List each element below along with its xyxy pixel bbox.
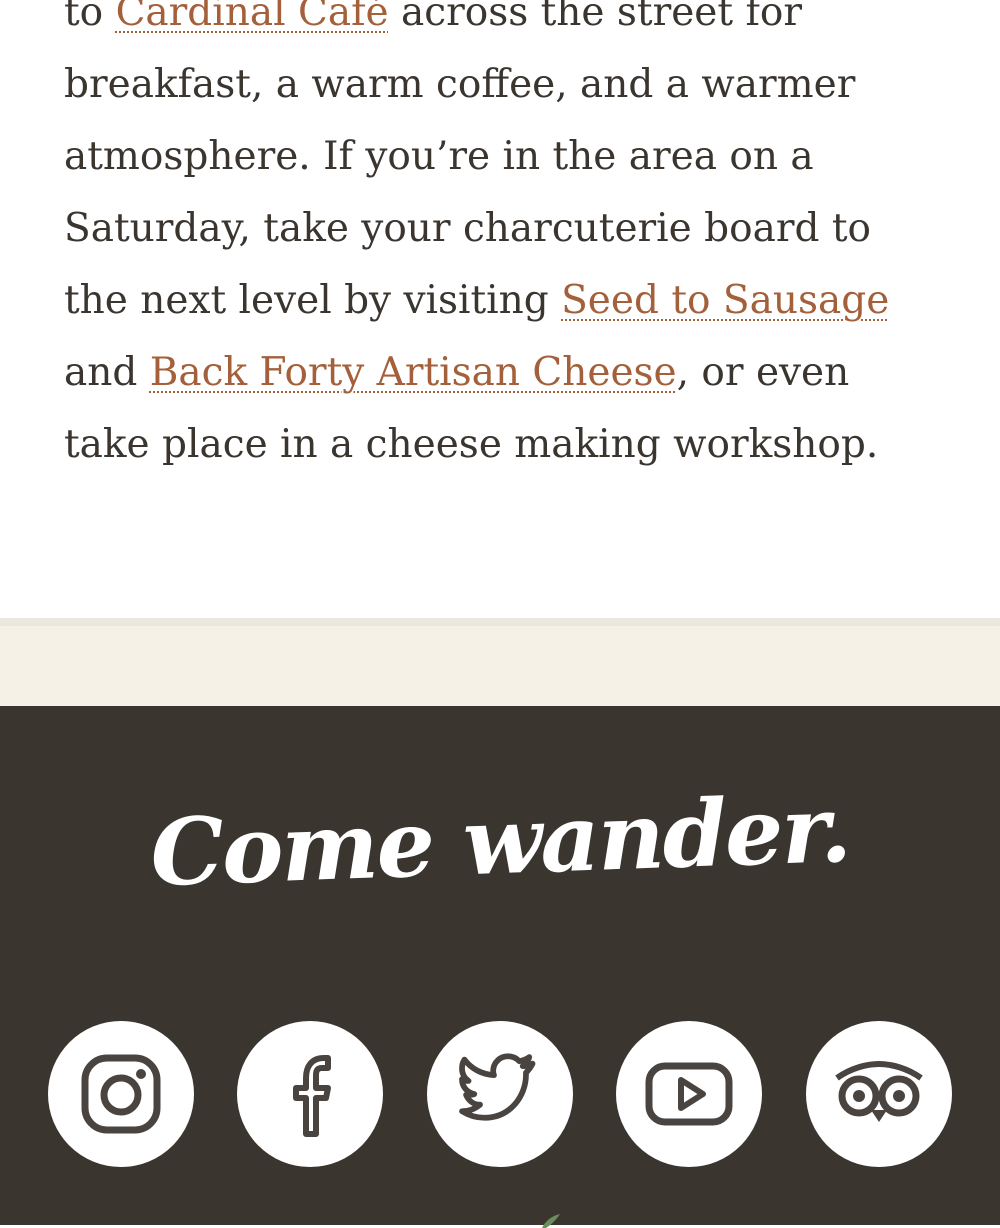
article-text: and (64, 350, 150, 395)
twitter-button[interactable] (427, 1021, 573, 1167)
back-forty-cheese-link[interactable]: Back Forty Artisan Cheese (150, 350, 677, 395)
article-text: across the street for breakfast, a warm … (64, 0, 871, 323)
footer-tagline: Come wander. (148, 774, 852, 908)
article-text: to (64, 0, 116, 35)
seed-to-sausage-link[interactable]: Seed to Sausage (561, 278, 889, 323)
youtube-icon (645, 1062, 733, 1126)
instagram-button[interactable] (48, 1021, 194, 1167)
twitter-icon (459, 1053, 536, 1121)
tripadvisor-button[interactable] (806, 1021, 952, 1167)
facebook-button[interactable] (237, 1021, 383, 1167)
section-divider-band (0, 618, 1000, 706)
leaf-icon (542, 1214, 560, 1228)
instagram-icon (81, 1054, 161, 1134)
cardinal-cafe-link[interactable]: Cardinal Café (116, 0, 389, 35)
youtube-button[interactable] (616, 1021, 762, 1167)
facebook-icon (293, 1055, 331, 1137)
article-paragraph: to Cardinal Café across the street for b… (64, 0, 944, 481)
social-links (0, 1021, 1000, 1167)
tripadvisor-icon (835, 1060, 923, 1122)
site-footer: Come wander. (0, 706, 1000, 1228)
